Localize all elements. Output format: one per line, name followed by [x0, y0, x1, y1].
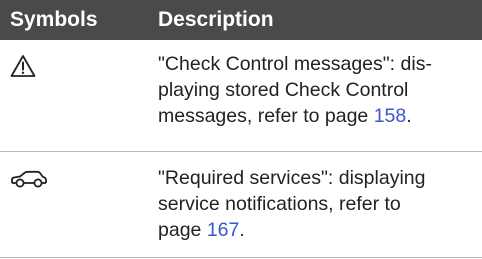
symbols-column-header: Symbols	[10, 8, 98, 31]
description-column-header: Description	[158, 8, 274, 31]
row-description: "Check Control messages": dis-playing st…	[158, 53, 432, 127]
trailing-period: .	[406, 105, 412, 127]
row-description: "Required services": displaying service n…	[158, 167, 426, 241]
trailing-period: .	[239, 219, 245, 241]
page-link[interactable]: 158	[374, 105, 407, 127]
table-header: Symbols Description	[0, 0, 482, 40]
table-row: "Required services": displaying service n…	[0, 152, 482, 258]
warning-triangle-icon	[10, 54, 36, 83]
table-row: "Check Control messages": dis-playing st…	[0, 40, 482, 152]
car-service-icon	[10, 170, 48, 193]
symbols-table: Symbols Description "Check Control messa…	[0, 0, 482, 259]
page-link[interactable]: 167	[207, 219, 240, 241]
